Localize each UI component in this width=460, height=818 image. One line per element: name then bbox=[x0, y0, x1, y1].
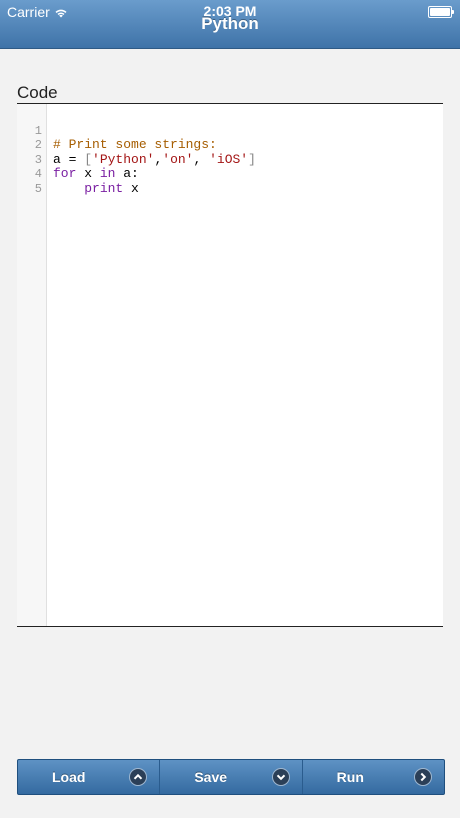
run-button-label: Run bbox=[336, 769, 364, 785]
code-line: 2 a = ['Python','on', 'iOS'] bbox=[17, 124, 443, 166]
code-line: 1 # Print some strings: bbox=[17, 109, 443, 152]
code-text: print x bbox=[84, 180, 139, 196]
chevron-up-icon bbox=[129, 768, 148, 786]
code-line: 3 for x in a: bbox=[17, 138, 443, 181]
line-number: 5 bbox=[34, 181, 42, 196]
load-button[interactable]: Load bbox=[18, 760, 161, 794]
chevron-right-icon bbox=[413, 768, 432, 786]
chevron-down-icon bbox=[271, 768, 290, 786]
app-header: Carrier 2:03 PM Python bbox=[0, 0, 460, 49]
code-editor[interactable]: 1 # Print some strings: 2 a = ['Python',… bbox=[17, 103, 443, 627]
bottom-toolbar: Load Save Run bbox=[17, 759, 445, 795]
code-line: 5 bbox=[17, 167, 443, 196]
load-button-label: Load bbox=[52, 769, 86, 785]
code-section-label: Code bbox=[17, 83, 58, 102]
save-button[interactable]: Save bbox=[160, 760, 303, 794]
save-button-label: Save bbox=[194, 769, 228, 785]
run-button[interactable]: Run bbox=[303, 760, 444, 794]
code-line: 4 print x bbox=[17, 153, 443, 195]
page-title: Python bbox=[201, 14, 259, 33]
